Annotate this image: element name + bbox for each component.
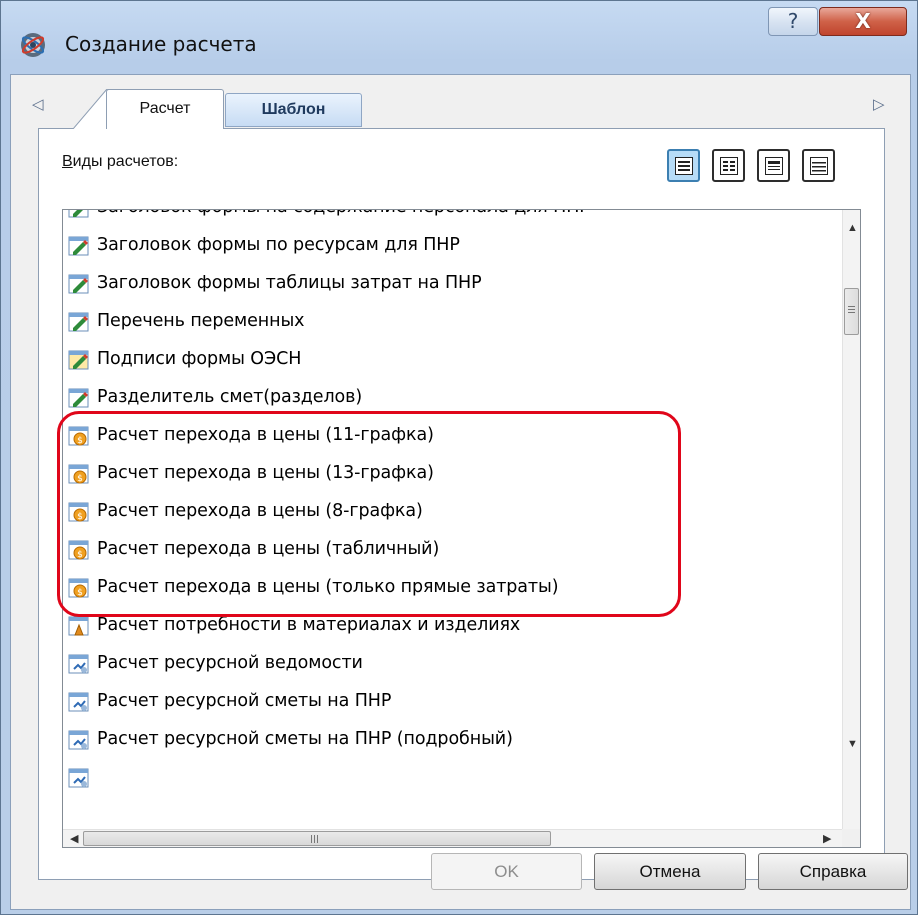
svg-text:$: $ <box>77 550 83 560</box>
app-gear-icon <box>21 33 45 57</box>
list-item[interactable]: $ Расчет перехода в цены (11-графка) <box>63 417 842 455</box>
price-calc-icon: $ <box>68 464 89 484</box>
tab-scroll-right-icon[interactable]: ▷ <box>873 95 885 113</box>
tab-page-calculation: Виды расчетов: Заголовок формы по ресурс… <box>38 128 885 880</box>
calc-types-label-text: иды расчетов: <box>72 153 179 170</box>
list-item-label: Разделитель смет(разделов) <box>97 387 363 407</box>
tab-calculation[interactable]: Расчет <box>106 89 224 129</box>
price-calc-icon: $ <box>68 578 89 598</box>
svg-text:$: $ <box>77 436 83 446</box>
list-item-label: Заголовок формы таблицы затрат на ПНР <box>97 273 482 293</box>
svg-text:$: $ <box>77 474 83 484</box>
scroll-down-icon[interactable]: ▼ <box>847 738 858 750</box>
title-bar[interactable]: Создание расчета ? X <box>1 1 917 65</box>
small-icons-view-icon <box>720 157 738 175</box>
sign-form-icon <box>68 350 89 370</box>
list-item[interactable]: Расчет потребности в материалах и издели… <box>63 607 842 645</box>
edit-form-icon <box>68 210 89 218</box>
list-item[interactable]: $ Расчет перехода в цены (только прямые з… <box>63 569 842 607</box>
price-calc-icon: $ <box>68 426 89 446</box>
horizontal-scroll-thumb[interactable] <box>83 831 551 846</box>
scroll-left-icon[interactable]: ◀ <box>70 832 78 845</box>
list-item-label: Расчет ресурсной ведомости <box>97 653 363 673</box>
tab-template[interactable]: Шаблон <box>225 93 362 127</box>
svg-text:$: $ <box>77 512 83 522</box>
help-button[interactable]: Справка <box>758 853 908 890</box>
tab-scroll-left-icon[interactable]: ◁ <box>32 95 44 113</box>
list-item[interactable]: $ Расчет перехода в цены (13-графка) <box>63 455 842 493</box>
edit-form-icon <box>68 274 89 294</box>
resource-calc-icon <box>68 692 89 712</box>
list-view-button[interactable] <box>757 149 790 182</box>
calc-types-items: Заголовок формы на содержание персонала … <box>63 210 842 797</box>
details-view-button[interactable] <box>802 149 835 182</box>
horizontal-scrollbar[interactable]: ◀ ▶ <box>63 829 844 847</box>
edit-form-icon <box>68 236 89 256</box>
small-icons-view-button[interactable] <box>712 149 745 182</box>
list-item[interactable]: Заголовок формы таблицы затрат на ПНР <box>63 265 842 303</box>
cancel-button[interactable]: Отмена <box>594 853 746 890</box>
list-item[interactable]: Расчет ресурсной сметы на ПНР (подробный… <box>63 721 842 759</box>
list-item[interactable]: $ Расчет перехода в цены (табличный) <box>63 531 842 569</box>
list-item[interactable] <box>63 759 842 797</box>
resource-calc-icon <box>68 768 89 788</box>
resource-calc-icon <box>68 730 89 750</box>
list-item[interactable]: Разделитель смет(разделов) <box>63 379 842 417</box>
list-view-icon <box>765 157 783 175</box>
list-item-label: Расчет ресурсной сметы на ПНР <box>97 691 392 711</box>
list-item-label: Расчет перехода в цены (13-графка) <box>97 463 434 483</box>
list-item[interactable]: Расчет ресурсной сметы на ПНР <box>63 683 842 721</box>
calc-types-label-accel: В <box>62 153 73 170</box>
list-item-label: Заголовок формы по ресурсам для ПНР <box>97 235 460 255</box>
list-item[interactable]: Расчет ресурсной ведомости <box>63 645 842 683</box>
list-item-label: Расчет перехода в цены (только прямые за… <box>97 577 559 597</box>
scroll-corner <box>842 829 860 847</box>
list-item-label: Подписи формы ОЭСН <box>97 349 302 369</box>
vertical-scroll-thumb[interactable] <box>844 288 859 335</box>
list-item-label: Расчет ресурсной сметы на ПНР (подробный… <box>97 729 513 749</box>
list-item-label: Расчет потребности в материалах и издели… <box>97 615 521 635</box>
list-item-label: Расчет перехода в цены (11-графка) <box>97 425 434 445</box>
ok-button[interactable]: OK <box>431 853 582 890</box>
svg-text:$: $ <box>77 588 83 598</box>
calc-types-label: Виды расчетов: <box>62 153 178 171</box>
window-title: Создание расчета <box>65 32 257 56</box>
edit-form-icon <box>68 312 89 332</box>
dialog-window: Создание расчета ? X ◁ ▷ Расчет Шаблон В… <box>0 0 918 915</box>
list-item[interactable]: Заголовок формы на содержание персонала … <box>63 210 842 227</box>
details-view-icon <box>810 157 828 175</box>
scroll-right-icon[interactable]: ▶ <box>823 832 831 845</box>
list-item-label: Заголовок формы на содержание персонала … <box>97 210 590 217</box>
calc-types-list[interactable]: Заголовок формы на содержание персонала … <box>62 209 861 848</box>
list-item-label: Перечень переменных <box>97 311 305 331</box>
list-item-label: Расчет перехода в цены (табличный) <box>97 539 440 559</box>
large-icons-view-button[interactable] <box>667 149 700 182</box>
materials-icon <box>68 616 89 636</box>
large-icons-view-icon <box>675 157 693 175</box>
close-button[interactable]: X <box>819 7 907 36</box>
list-item[interactable]: Перечень переменных <box>63 303 842 341</box>
scroll-up-icon[interactable]: ▲ <box>847 222 858 234</box>
dialog-body: ◁ ▷ Расчет Шаблон Виды расчетов: Заголов… <box>10 74 911 910</box>
list-item[interactable]: Подписи формы ОЭСН <box>63 341 842 379</box>
price-calc-icon: $ <box>68 502 89 522</box>
list-item[interactable]: Заголовок формы по ресурсам для ПНР <box>63 227 842 265</box>
price-calc-icon: $ <box>68 540 89 560</box>
edit-form-icon <box>68 388 89 408</box>
list-item[interactable]: $ Расчет перехода в цены (8-графка) <box>63 493 842 531</box>
list-item-label: Расчет перехода в цены (8-графка) <box>97 501 423 521</box>
resource-calc-icon <box>68 654 89 674</box>
horizontal-grip-icon <box>311 835 312 843</box>
vertical-scrollbar[interactable]: ▲ ▼ <box>842 210 860 830</box>
help-title-button[interactable]: ? <box>768 7 818 36</box>
